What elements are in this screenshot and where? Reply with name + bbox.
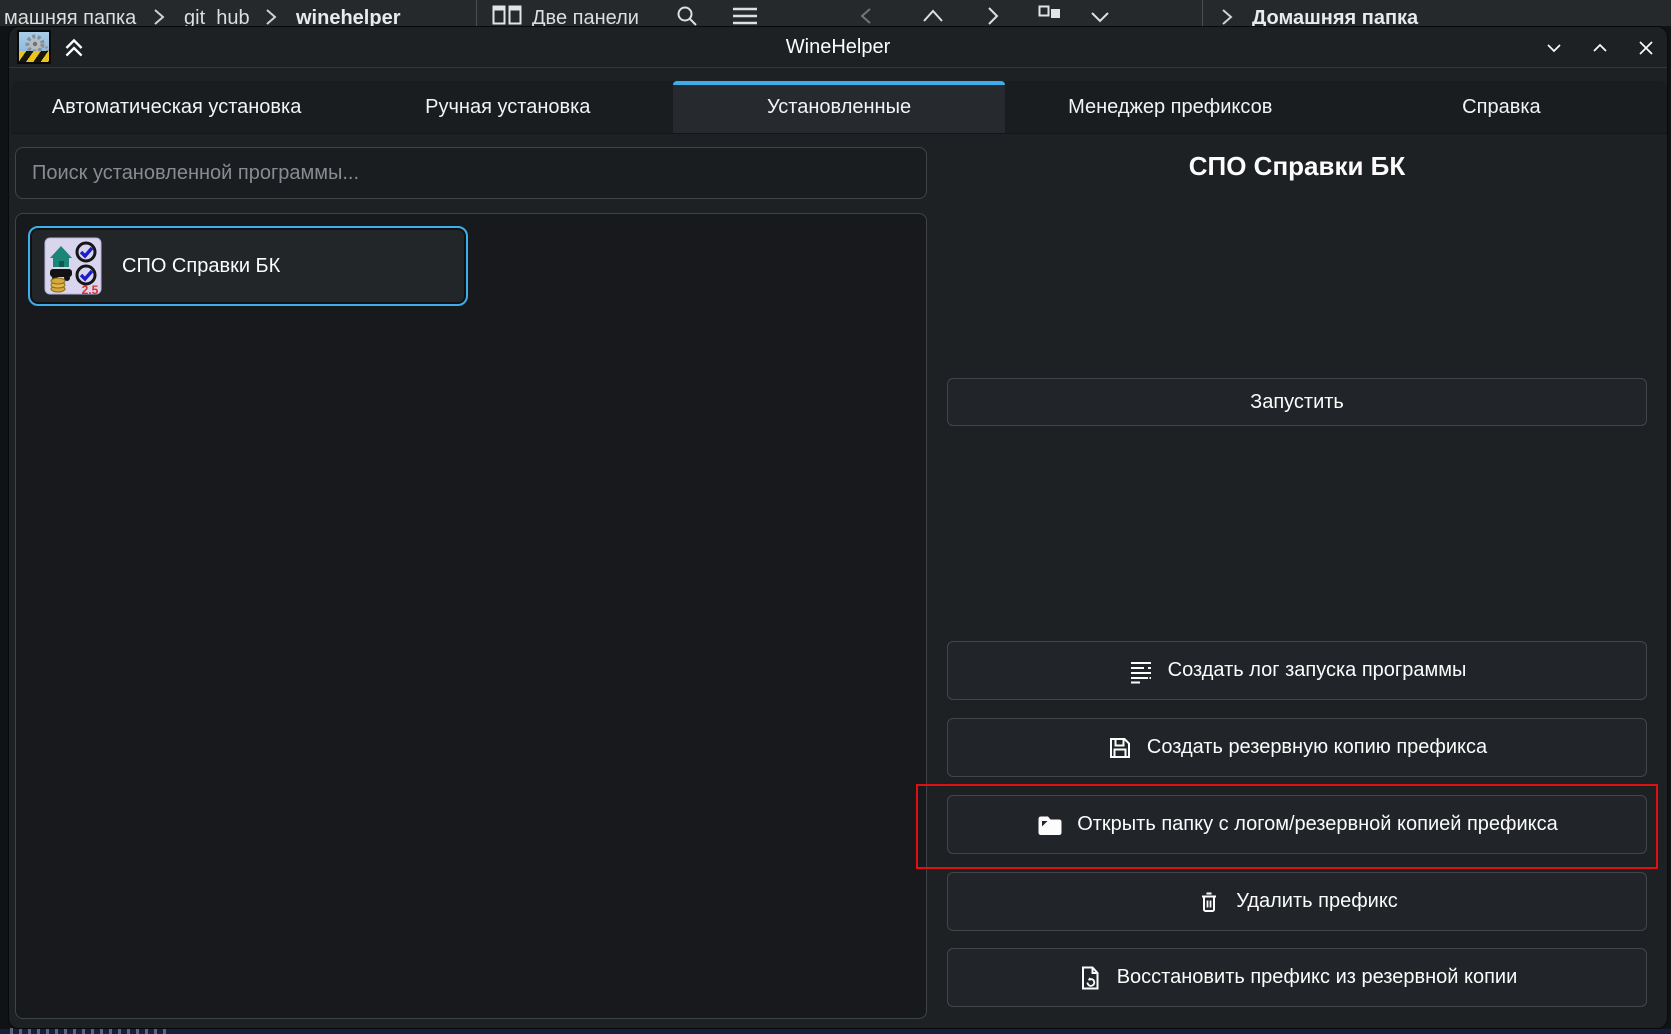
tab-label: Ручная установка — [425, 96, 590, 119]
tab-auto-install[interactable]: Автоматическая установка — [11, 81, 342, 133]
breadcrumb-current[interactable]: winehelper — [296, 7, 400, 26]
dual-pane-icon[interactable] — [492, 5, 522, 26]
tab-help[interactable]: Справка — [1336, 81, 1667, 133]
open-folder-button[interactable]: Открыть папку с логом/резервной копией п… — [947, 795, 1647, 854]
toolbar-divider — [476, 0, 477, 26]
breadcrumb-home[interactable]: машняя папка — [4, 7, 136, 26]
chevron-down-icon[interactable] — [1090, 11, 1110, 23]
tab-installed[interactable]: Установленные — [673, 81, 1004, 133]
open-folder-label: Открыть папку с логом/резервной копией п… — [1077, 813, 1558, 836]
tab-label: Справка — [1462, 96, 1540, 119]
back-icon[interactable] — [858, 8, 874, 24]
chevron-right-icon — [1220, 9, 1234, 25]
forward-icon[interactable] — [986, 7, 1000, 25]
window-title: WineHelper — [9, 27, 1667, 68]
icon-version-badge: 2.5 — [82, 283, 99, 295]
detail-title: СПО Справки БК — [947, 151, 1647, 182]
floppy-disk-icon — [1107, 735, 1133, 761]
folder-icon — [1036, 812, 1063, 838]
up-icon[interactable] — [922, 9, 944, 23]
installed-programs-list: 2.5 СПО Справки БК — [15, 213, 927, 1019]
log-lines-icon — [1128, 658, 1154, 684]
search-icon[interactable] — [676, 5, 698, 26]
tab-prefix-manager[interactable]: Менеджер префиксов — [1005, 81, 1336, 133]
background-window-bottom-band — [0, 1029, 1671, 1034]
delete-prefix-label: Удалить префикс — [1236, 890, 1398, 913]
create-log-label: Создать лог запуска программы — [1168, 659, 1467, 682]
chevron-right-icon — [264, 9, 278, 25]
search-box — [15, 147, 927, 199]
tab-bar: Автоматическая установка Ручная установк… — [11, 81, 1667, 134]
restore-prefix-label: Восстановить префикс из резервной копии — [1117, 966, 1518, 989]
screen: машняя папка git_hub winehelper Две пане… — [0, 0, 1671, 1034]
chevron-right-icon — [152, 9, 166, 25]
winehelper-window: WineHelper Автоматическая установка Ручн… — [8, 26, 1668, 1029]
create-backup-label: Создать резервную копию префикса — [1147, 736, 1487, 759]
create-backup-button[interactable]: Создать резервную копию префикса — [947, 718, 1647, 777]
dual-pane-label[interactable]: Две панели — [532, 7, 639, 26]
search-input[interactable] — [16, 148, 926, 198]
program-name: СПО Справки БК — [122, 255, 280, 278]
titlebar[interactable]: WineHelper — [9, 27, 1667, 68]
close-icon — [1635, 37, 1657, 59]
maximize-icon — [1589, 37, 1611, 59]
minimize-button[interactable] — [1543, 37, 1565, 59]
tab-manual-install[interactable]: Ручная установка — [342, 81, 673, 133]
restore-prefix-button[interactable]: Восстановить префикс из резервной копии — [947, 948, 1647, 1007]
create-log-button[interactable]: Создать лог запуска программы — [947, 641, 1647, 700]
breadcrumb-folder[interactable]: git_hub — [184, 7, 250, 26]
tab-label: Менеджер префиксов — [1068, 96, 1272, 119]
tab-label: Установленные — [767, 96, 911, 119]
restore-document-icon — [1077, 965, 1103, 991]
list-item-spo-spravki-bk[interactable]: 2.5 СПО Справки БК — [28, 226, 468, 306]
maximize-button[interactable] — [1589, 37, 1611, 59]
run-button-label: Запустить — [1250, 391, 1344, 414]
trash-icon — [1196, 889, 1222, 915]
minimize-icon — [1543, 37, 1565, 59]
program-icon: 2.5 — [44, 237, 102, 295]
breadcrumb-right-current[interactable]: Домашняя папка — [1252, 7, 1418, 26]
hamburger-menu-icon[interactable] — [732, 6, 758, 26]
delete-prefix-button[interactable]: Удалить префикс — [947, 872, 1647, 931]
view-mode-icon[interactable] — [1038, 5, 1062, 23]
tab-label: Автоматическая установка — [52, 96, 302, 119]
background-window-top-strip: машняя папка git_hub winehelper Две пане… — [0, 0, 1671, 26]
window-controls — [1543, 27, 1657, 68]
close-button[interactable] — [1635, 37, 1657, 59]
run-button[interactable]: Запустить — [947, 378, 1647, 426]
toolbar-divider — [1202, 0, 1203, 26]
